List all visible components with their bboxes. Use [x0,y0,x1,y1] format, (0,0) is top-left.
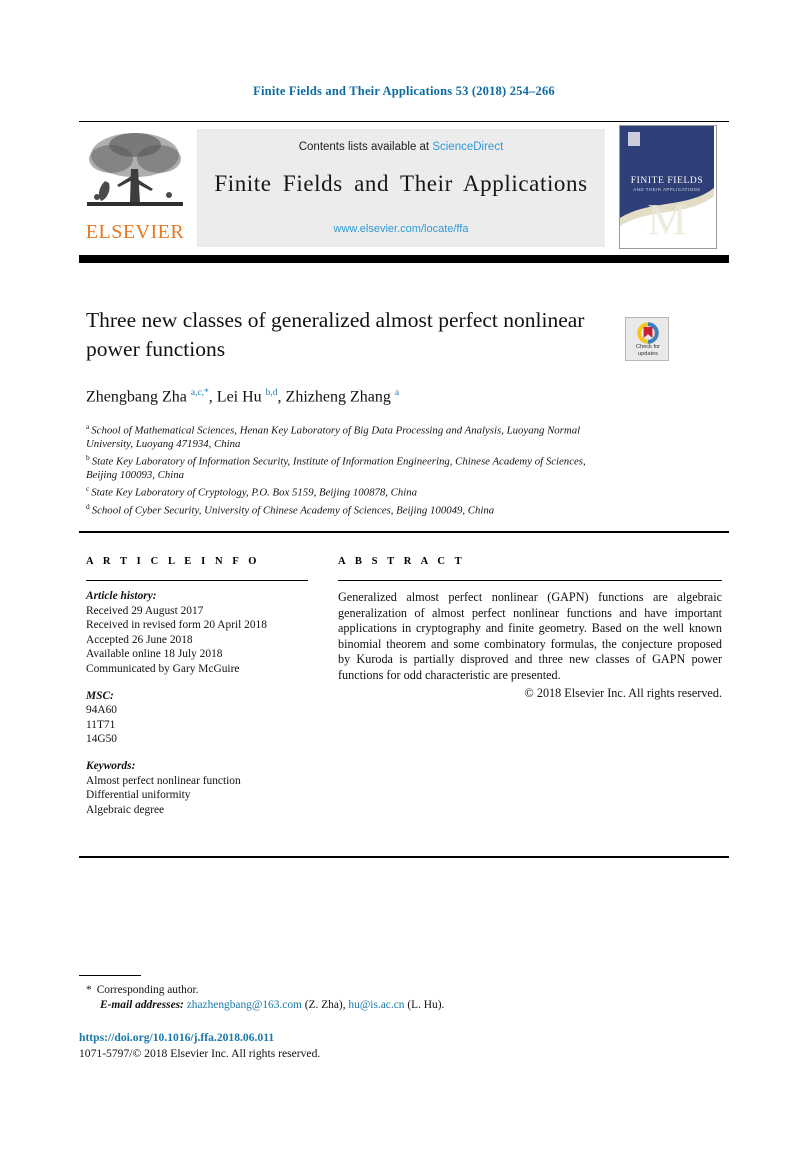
affiliation-text: School of Cyber Security, University of … [91,504,495,517]
affiliation-text: State Key Laboratory of Cryptology, P.O.… [91,486,418,499]
doi-block: https://doi.org/10.1016/j.ffa.2018.06.01… [79,1030,699,1061]
keyword-item: Differential uniformity [86,789,191,802]
article-history-label: Article history: [86,590,157,602]
elsevier-wordmark: ELSEVIER [85,221,185,243]
keywords-label: Keywords: [86,759,136,772]
abstract-text: Generalized almost perfect nonlinear (GA… [338,590,722,682]
email-label: E-mail addresses: [100,999,184,1011]
abstract-top-rule [79,531,729,533]
crossmark-icon [637,322,659,344]
elsevier-logo: ELSEVIER [81,129,189,247]
crossmark-label-line1: Check for [636,344,660,350]
page-title: Three new classes of generalized almost … [86,308,585,361]
article-history-line: Available online 18 July 2018 [86,648,223,661]
svg-text:M: M [647,195,686,244]
article-history-line: Accepted 26 June 2018 [86,633,193,646]
email-owner-1: (Z. Zha), [304,999,346,1011]
svg-text:AND THEIR APPLICATIONS: AND THEIR APPLICATIONS [633,187,700,192]
email-owner-2: (L. Hu). [407,999,445,1011]
affiliation-list: a School of Mathematical Sciences, Henan … [86,420,606,518]
doi-link[interactable]: https://doi.org/10.1016/j.ffa.2018.06.01… [79,1030,699,1046]
svg-text:FINITE FIELDS: FINITE FIELDS [631,176,703,186]
article-history-line: Communicated by Gary McGuire [86,662,240,675]
tree-illustration-svg [87,133,183,206]
journal-masthead: ELSEVIER Contents lists available at Sci… [79,121,729,253]
contents-available-line: Contents lists available at ScienceDirec… [197,141,605,153]
keywords-block: Keywords: Almost perfect nonlinear funct… [86,759,308,817]
article-history-line: Received in revised form 20 April 2018 [86,619,267,632]
affiliation-marker: a [86,422,90,431]
email-line: E-mail addresses: zhazhengbang@163.com (… [86,998,706,1013]
article-history-block: Article history: Received 29 August 2017… [86,589,308,677]
info-spacer-1 [86,677,308,689]
crossmark-label: Check for updates [626,344,670,357]
paper-page: Finite Fields and Their Applications 53 … [0,0,808,1162]
keyword-item: Almost perfect nonlinear function [86,774,241,787]
affiliation-item: a School of Mathematical Sciences, Henan … [86,420,606,451]
article-info-column: A R T I C L E I N F O Article history: R… [86,556,308,817]
msc-block: MSC: 94A60 11T71 14G50 [86,689,308,747]
keyword-item: Algebraic degree [86,803,165,816]
footnote-rule [79,975,141,977]
article-history-lines: Received 29 August 2017 Received in revis… [86,604,308,677]
sciencedirect-link[interactable]: ScienceDirect [432,141,503,153]
running-head: Finite Fields and Their Applications 53 … [253,84,555,98]
msc-label: MSC: [86,689,114,702]
abstract-rule [338,580,722,581]
journal-title: Finite Fields and Their Applications [214,171,588,196]
journal-homepage-link[interactable]: www.elsevier.com/locate/ffa [197,223,605,235]
info-spacer-2 [86,747,308,759]
corresponding-marker: * [86,984,92,996]
affiliation-marker: c [86,484,90,493]
abstract-column: A B S T R A C T Generalized almost perfe… [338,556,722,701]
author-list: Zhengbang Zha a,c,*, Lei Hu b,d, Zhizhen… [86,388,400,406]
msc-code: 94A60 [86,704,118,717]
article-info-rule [86,580,308,581]
issn-copyright-line: 1071-5797/© 2018 Elsevier Inc. All right… [79,1046,321,1060]
crossmark-badge[interactable]: Check for updates [625,317,669,361]
article-info-heading: A R T I C L E I N F O [86,556,261,567]
journal-cover-thumbnail: M FINITE FIELDS AND THEIR APPLICATIONS [619,125,717,249]
affiliation-marker: d [86,501,90,511]
abstract-bottom-rule [79,856,729,858]
affiliation-item: b State Key Laboratory of Information Sec… [86,451,606,482]
article-info-body: Article history: Received 29 August 2017… [86,589,308,817]
abstract-heading: A B S T R A C T [338,556,466,567]
crossmark-label-line2: updates [638,350,658,357]
email-link-1[interactable]: zhazhengbang@163.com [187,999,302,1011]
contents-panel: Contents lists available at ScienceDirec… [197,129,605,247]
msc-code: 14G50 [86,733,118,746]
elsevier-tree-icon [81,129,189,219]
affiliation-item: d School of Cyber Security, University of… [86,500,606,518]
affiliation-text: State Key Laboratory of Information Secu… [86,455,586,481]
contents-prefix-text: Contents lists available at [298,141,430,153]
footnote-block: * Corresponding author. E-mail addresses:… [86,983,706,1013]
keyword-list: Almost perfect nonlinear function Differe… [86,774,308,818]
article-history-line: Received 29 August 2017 [86,604,204,617]
journal-cover-svg: M FINITE FIELDS AND THEIR APPLICATIONS [620,126,714,246]
affiliation-text: School of Mathematical Sciences, Henan K… [86,424,581,450]
msc-codes: 94A60 11T71 14G50 [86,703,308,747]
affiliation-marker: b [86,453,90,462]
msc-code: 11T71 [86,718,116,731]
affiliation-item: c State Key Laboratory of Cryptology, P.O… [86,482,606,500]
corresponding-author-text: Corresponding author. [96,984,199,996]
masthead-black-bar [79,255,729,263]
abstract-rights: © 2018 Elsevier Inc. All rights reserved… [524,685,722,700]
email-link-2[interactable]: hu@is.ac.cn [348,999,404,1011]
corresponding-author-line: * Corresponding author. [86,983,706,998]
masthead-top-rule [79,121,729,123]
